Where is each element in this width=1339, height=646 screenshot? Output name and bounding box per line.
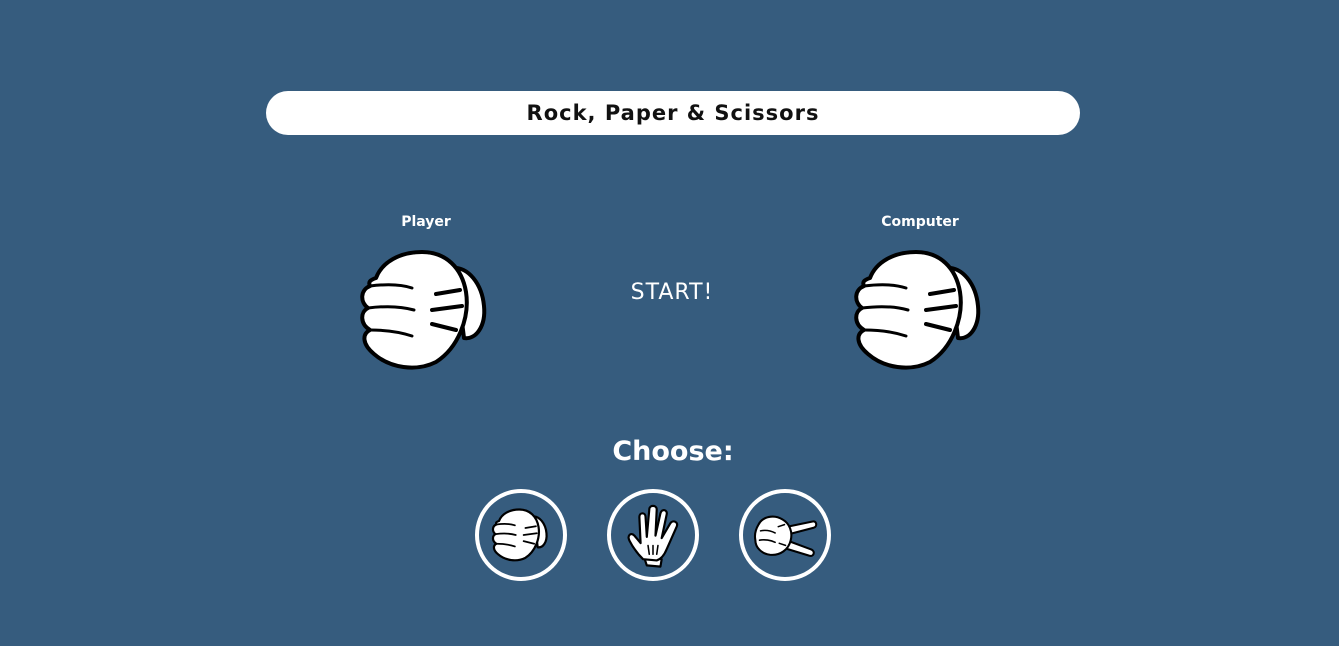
game-title: Rock, Paper & Scissors <box>526 101 820 125</box>
rock-hand-icon <box>854 250 981 370</box>
scissors-button[interactable] <box>739 489 831 581</box>
choose-label: Choose: <box>612 436 734 467</box>
paper-button[interactable] <box>607 489 699 581</box>
rock-hand-icon <box>360 250 487 370</box>
player-hand <box>356 244 496 376</box>
computer-hand <box>850 244 990 376</box>
scissors-hand-icon <box>753 515 818 557</box>
player-label: Player <box>401 214 451 230</box>
computer-label: Computer <box>881 214 959 230</box>
status-message: START! <box>630 280 714 305</box>
rock-hand-icon <box>491 508 548 562</box>
paper-hand-icon <box>627 504 679 568</box>
title-bar: Rock, Paper & Scissors <box>266 91 1080 135</box>
rock-button[interactable] <box>475 489 567 581</box>
